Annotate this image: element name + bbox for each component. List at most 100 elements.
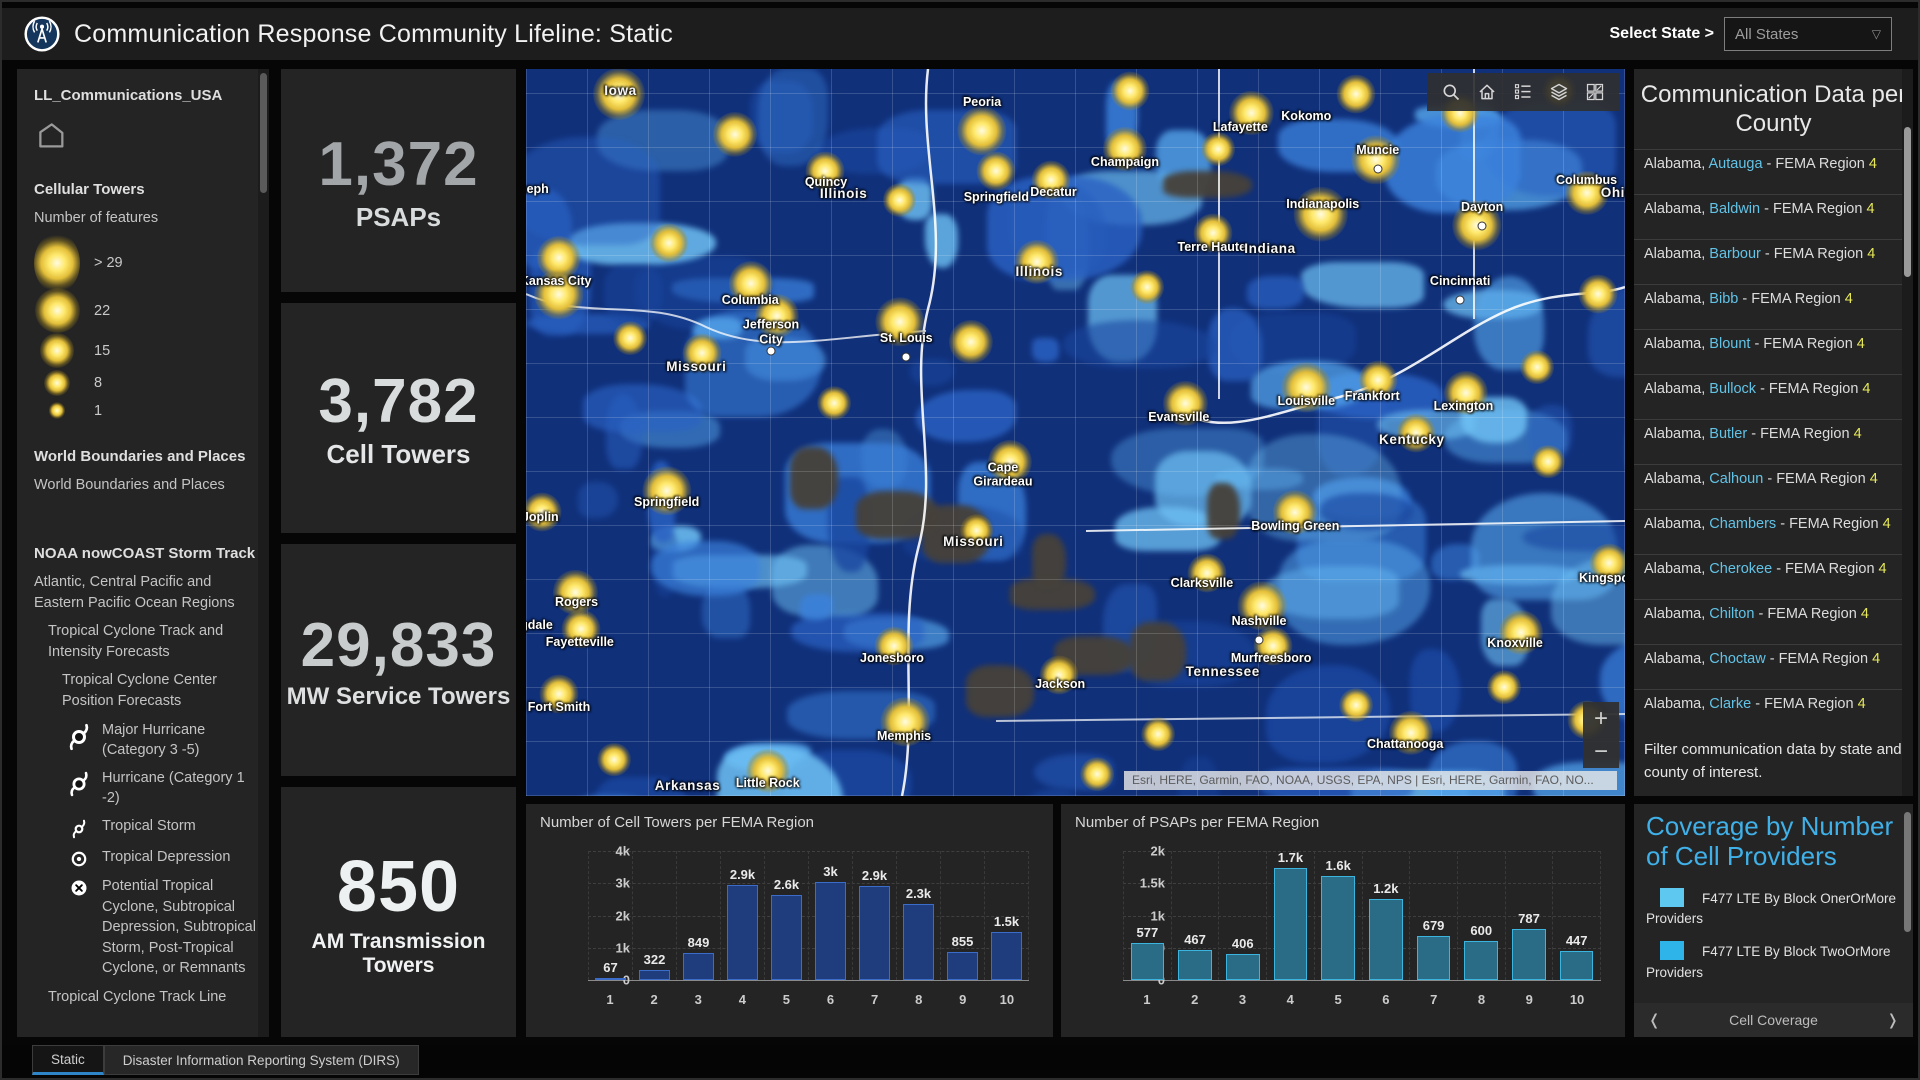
city-label: Evansville [1148, 409, 1209, 423]
map[interactable]: PeoriaKokomoLafayetteMuncieChampaignQuin… [526, 69, 1625, 796]
cell-tower-cluster-dot[interactable] [1081, 757, 1115, 791]
fema-region-number: 4 [1862, 381, 1870, 397]
tab-disaster-information-reporting-system-dirs[interactable]: Disaster Information Reporting System (D… [104, 1045, 419, 1075]
county-row[interactable]: Alabama, Calhoun - FEMA Region 4 [1634, 464, 1913, 509]
county-row[interactable]: Alabama, Barbour - FEMA Region 4 [1634, 239, 1913, 284]
layers-tool-button[interactable] [1541, 73, 1577, 111]
county-scrollbar-thumb[interactable] [1904, 127, 1911, 277]
county-scrollbar-track[interactable] [1902, 69, 1913, 796]
city-label: St. Louis [880, 331, 933, 345]
x-axis-label: 2 [632, 992, 676, 1007]
bar[interactable] [1464, 941, 1498, 980]
cell-tower-cluster-dot[interactable] [977, 151, 1016, 190]
cell-tower-cluster-dot[interactable] [713, 112, 757, 156]
bar-column: 1.2k [1362, 851, 1410, 980]
legend-section-header: Cellular Towers [34, 181, 263, 198]
cell-tower-cluster-dot[interactable] [1487, 670, 1521, 704]
stat-card-cell-towers: 3,782 Cell Towers [281, 303, 516, 533]
city-label: Decatur [1030, 185, 1077, 199]
bar[interactable] [1131, 943, 1165, 980]
bar[interactable] [1417, 936, 1451, 980]
county-row[interactable]: Alabama, Butler - FEMA Region 4 [1634, 419, 1913, 464]
sidebar-scrollbar-track[interactable] [258, 69, 269, 1037]
cell-tower-cluster-dot[interactable] [1578, 275, 1617, 314]
cell-tower-cluster-dot[interactable] [817, 387, 851, 421]
bar[interactable] [1274, 868, 1308, 980]
basemap-tool-button[interactable] [1577, 73, 1613, 111]
city-label: Cape Girardeau [973, 460, 1032, 489]
zoom-out-button[interactable]: − [1583, 735, 1619, 768]
state-dropdown[interactable]: All States ▽ [1724, 17, 1892, 51]
sidebar-scrollbar-thumb[interactable] [260, 73, 267, 193]
bar[interactable] [947, 952, 978, 980]
cell-tower-cluster-dot[interactable] [1336, 75, 1375, 114]
bar[interactable] [771, 895, 802, 980]
cell-tower-cluster-dot[interactable] [1293, 187, 1348, 242]
cell-tower-cluster-dot[interactable] [1201, 132, 1235, 166]
county-row[interactable]: Alabama, Autauga - FEMA Region 4 [1634, 149, 1913, 194]
home-tool-button[interactable] [1469, 73, 1505, 111]
county-state: Alabama, [1644, 651, 1709, 667]
chart-plot[interactable]: 05001k1.5k2k5774674061.7k1.6k1.2k6796007… [1075, 835, 1611, 1007]
cell-tower-cluster-dot[interactable] [613, 321, 647, 355]
bar[interactable] [683, 953, 714, 980]
county-row[interactable]: Alabama, Blount - FEMA Region 4 [1634, 329, 1913, 374]
county-row[interactable]: Alabama, Chambers - FEMA Region 4 [1634, 509, 1913, 554]
city-label: Joplin [526, 510, 559, 524]
coverage-scrollbar-thumb[interactable] [1904, 812, 1911, 932]
cell-tower-cluster-dot[interactable] [949, 320, 993, 364]
state-label: Tennessee [1186, 664, 1260, 680]
county-state: Alabama, [1644, 606, 1709, 622]
bar[interactable] [1321, 876, 1355, 980]
cell-tower-cluster-dot[interactable] [597, 743, 631, 777]
bar-value-label: 447 [1566, 933, 1588, 948]
tab-static[interactable]: Static [32, 1045, 104, 1075]
cell-tower-cluster-dot[interactable] [1141, 717, 1175, 751]
city-label: Jefferson City [743, 318, 799, 347]
city-label: Fayetteville [546, 635, 614, 649]
county-row[interactable]: Alabama, Clarke - FEMA Region 4 [1634, 689, 1913, 734]
city-label: Frankfort [1345, 389, 1400, 403]
bar[interactable] [595, 978, 626, 980]
bar[interactable] [1226, 954, 1260, 980]
cell-tower-cluster-dot[interactable] [883, 183, 917, 217]
county-row[interactable]: Alabama, Chilton - FEMA Region 4 [1634, 599, 1913, 644]
cell-tower-cluster-dot[interactable] [649, 224, 688, 263]
pager-next-icon[interactable]: ❭ [1886, 1011, 1899, 1029]
cell-tower-cluster-dot[interactable] [1111, 71, 1150, 110]
county-row[interactable]: Alabama, Bullock - FEMA Region 4 [1634, 374, 1913, 419]
city-label: Nashville [1232, 614, 1287, 628]
bar[interactable] [991, 932, 1022, 980]
zoom-in-button[interactable]: + [1583, 702, 1619, 735]
pager-prev-icon[interactable]: ❬ [1648, 1011, 1661, 1029]
legend-tool-button[interactable] [1505, 73, 1541, 111]
bar[interactable] [727, 885, 758, 980]
cell-tower-cluster-dot[interactable] [1339, 688, 1373, 722]
bar[interactable] [1178, 950, 1212, 980]
legend-size-label: > 29 [94, 255, 123, 271]
county-row[interactable]: Alabama, Choctaw - FEMA Region 4 [1634, 644, 1913, 689]
bar[interactable] [903, 904, 934, 980]
legend-sidebar[interactable]: LL_Communications_USACellular TowersNumb… [17, 69, 269, 1037]
search-tool-button[interactable] [1433, 73, 1469, 111]
bar[interactable] [1560, 951, 1594, 980]
chart-plot[interactable]: 01k2k3k4k673228492.9k2.6k3k2.9k2.3k8551.… [540, 835, 1039, 1007]
bar[interactable] [1369, 899, 1403, 980]
county-row[interactable]: Alabama, Baldwin - FEMA Region 4 [1634, 194, 1913, 239]
bar[interactable] [859, 886, 890, 980]
cell-tower-cluster-dot[interactable] [1531, 445, 1565, 479]
x-axis-label: 3 [676, 992, 720, 1007]
cell-tower-cluster-dot[interactable] [1130, 270, 1164, 304]
county-row[interactable]: Alabama, Cherokee - FEMA Region 4 [1634, 554, 1913, 599]
legend-symbol-item: Major Hurricane (Category 3 -5) [62, 720, 263, 761]
bar-value-label: 855 [952, 934, 974, 949]
legend-symbol-item: Tropical Storm [62, 816, 263, 840]
bar[interactable] [639, 970, 670, 980]
bar-value-label: 2.9k [862, 868, 887, 883]
plot-area: 01k2k3k4k673228492.9k2.6k3k2.9k2.3k8551.… [588, 851, 1029, 981]
cell-tower-cluster-dot[interactable] [1520, 350, 1554, 384]
bar[interactable] [1512, 929, 1546, 980]
county-row[interactable]: Alabama, Bibb - FEMA Region 4 [1634, 284, 1913, 329]
x-axis-label: 7 [1410, 992, 1458, 1007]
bar[interactable] [815, 882, 846, 980]
